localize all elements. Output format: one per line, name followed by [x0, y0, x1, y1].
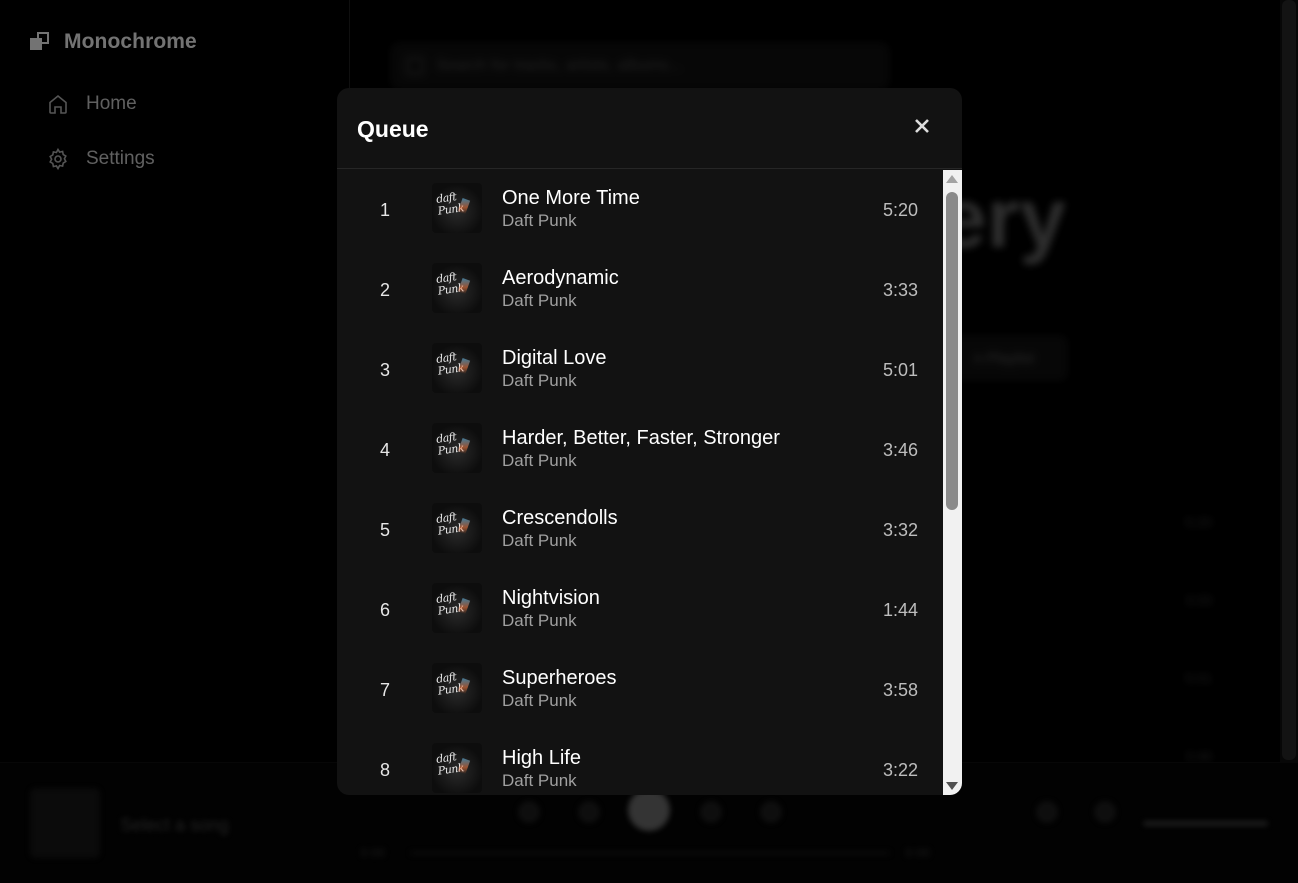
album-cover: daft Punk — [432, 663, 482, 713]
next-button[interactable] — [700, 801, 722, 823]
search-input[interactable]: Search for tracks, artists, albums... — [390, 42, 890, 90]
track-artist: Daft Punk — [502, 371, 577, 390]
sidebar-nav: Home Settings — [46, 90, 155, 200]
list-item[interactable]: 8 daft Punk High Life Daft Punk 3:22 — [337, 730, 943, 795]
track-artist: Daft Punk — [502, 211, 577, 230]
search-icon — [406, 57, 424, 75]
settings-icon — [49, 147, 67, 171]
search-placeholder: Search for tracks, artists, albums... — [436, 57, 683, 74]
now-playing-cover — [30, 788, 100, 858]
sidebar-item-settings[interactable]: Settings — [46, 145, 155, 173]
track-title: Superheroes — [502, 667, 617, 689]
track-number: 4 — [379, 440, 390, 460]
current-time: 0:00 — [360, 845, 386, 860]
queue-button[interactable] — [1036, 801, 1058, 823]
track-number: 7 — [379, 680, 390, 700]
track-title: High Life — [502, 747, 581, 769]
track-number: 6 — [379, 600, 390, 620]
track-artist: Daft Punk — [502, 771, 577, 790]
repeat-button[interactable] — [760, 801, 782, 823]
track-title: Harder, Better, Faster, Stronger — [502, 427, 780, 449]
list-item[interactable]: 2 daft Punk Aerodynamic Daft Punk 3:33 — [337, 250, 943, 330]
track-duration: 5:20 — [882, 200, 918, 220]
track-duration: 5:01 — [882, 360, 918, 380]
track-duration: 3:32 — [882, 520, 918, 540]
sidebar-item-label: Home — [86, 93, 137, 114]
queue-header: Queue — [337, 88, 962, 169]
track-number: 8 — [379, 760, 390, 780]
previous-button[interactable] — [578, 801, 600, 823]
list-item[interactable]: 5 daft Punk Crescendolls Daft Punk 3:32 — [337, 490, 943, 570]
album-cover: daft Punk — [432, 423, 482, 473]
track-artist: Daft Punk — [502, 451, 577, 470]
track-number: 1 — [379, 200, 390, 220]
track-number: 5 — [379, 520, 390, 540]
track-duration: 3:33 — [882, 280, 918, 300]
total-time: 0:00 — [905, 845, 931, 860]
scroll-up-arrow-icon[interactable] — [946, 175, 958, 183]
track-duration: 3:22 — [882, 760, 918, 780]
list-item[interactable]: 1 daft Punk One More Time Daft Punk 5:20 — [337, 170, 943, 250]
track-title: Nightvision — [502, 587, 600, 609]
track-artist: Daft Punk — [502, 531, 577, 550]
play-button[interactable] — [628, 789, 670, 831]
album-cover: daft Punk — [432, 343, 482, 393]
track-title: Digital Love — [502, 347, 607, 369]
list-item[interactable]: 6 daft Punk Nightvision Daft Punk 1:44 — [337, 570, 943, 650]
main-scrollbar-thumb[interactable] — [1282, 0, 1296, 760]
brand-logo-icon — [30, 32, 50, 52]
scroll-down-arrow-icon[interactable] — [946, 782, 958, 790]
track-duration: 1:44 — [882, 600, 918, 620]
track-artist: Daft Punk — [502, 691, 577, 710]
track-number: 2 — [379, 280, 390, 300]
queue-scrollbar[interactable] — [943, 170, 962, 795]
track-duration: 5:01 — [1185, 670, 1213, 686]
track-artist: Daft Punk — [502, 291, 577, 310]
shuffle-button[interactable] — [518, 801, 540, 823]
list-item[interactable]: 7 daft Punk Superheroes Daft Punk 3:58 — [337, 650, 943, 730]
sidebar-item-home[interactable]: Home — [46, 90, 155, 118]
track-duration: 3:46 — [882, 440, 918, 460]
sidebar: Monochrome Home Settings — [0, 0, 350, 762]
queue-list: 1 daft Punk One More Time Daft Punk 5:20 … — [337, 170, 943, 795]
track-duration: 3:46 — [1185, 748, 1213, 762]
home-icon — [49, 94, 67, 114]
track-duration: 5:20 — [1185, 514, 1213, 530]
close-icon — [915, 119, 929, 133]
brand[interactable]: Monochrome — [30, 30, 197, 54]
volume-icon[interactable] — [1094, 801, 1116, 823]
track-artist: Daft Punk — [502, 611, 577, 630]
queue-modal: Queue 1 daft Punk One More Time Daft Punk… — [337, 88, 962, 795]
volume-slider[interactable] — [1143, 821, 1268, 826]
queue-scrollbar-thumb[interactable] — [946, 192, 958, 510]
app-title: Monochrome — [64, 30, 197, 53]
track-title: Crescendolls — [502, 507, 618, 529]
track-title: Aerodynamic — [502, 267, 619, 289]
sidebar-item-label: Settings — [86, 148, 155, 169]
list-item[interactable]: 3 daft Punk Digital Love Daft Punk 5:01 — [337, 330, 943, 410]
track-number: 3 — [379, 360, 390, 380]
album-cover: daft Punk — [432, 743, 482, 793]
main-scrollbar[interactable] — [1280, 0, 1298, 762]
app-root: Monochrome Home Settings Search for trac… — [0, 0, 1298, 883]
album-cover: daft Punk — [432, 183, 482, 233]
track-duration: 3:33 — [1185, 592, 1213, 608]
close-button[interactable] — [912, 116, 932, 136]
list-item[interactable]: 4 daft Punk Harder, Better, Faster, Stron… — [337, 410, 943, 490]
track-title: One More Time — [502, 187, 640, 209]
album-cover: daft Punk — [432, 263, 482, 313]
now-playing-placeholder: Select a song — [120, 815, 230, 835]
track-duration: 3:58 — [882, 680, 918, 700]
queue-title: Queue — [357, 116, 429, 142]
progress-bar[interactable] — [410, 851, 890, 855]
album-cover: daft Punk — [432, 583, 482, 633]
album-cover: daft Punk — [432, 503, 482, 553]
